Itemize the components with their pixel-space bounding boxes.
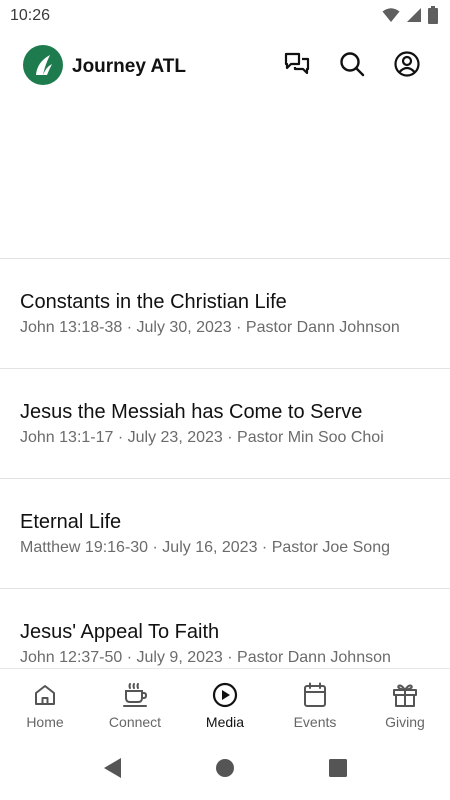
status-time: 10:26 (10, 7, 51, 24)
account-button[interactable] (391, 50, 423, 82)
home-icon (32, 682, 58, 708)
nav-item-media[interactable]: Media (180, 669, 270, 740)
recents-icon (328, 758, 348, 783)
sermon-title: Jesus' Appeal To Faith (20, 621, 220, 643)
church-logo[interactable] (23, 45, 63, 85)
status-icons (382, 6, 438, 29)
nav-item-events[interactable]: Events (270, 669, 360, 740)
back-button[interactable] (100, 757, 124, 784)
sermon-item[interactable]: Constants in the Christian Life John 13:… (0, 259, 450, 369)
play-circle-icon (212, 682, 238, 708)
calendar-icon (302, 682, 328, 708)
sermon-meta: John 12:37-50 · July 9, 2023 · Pastor Da… (20, 649, 391, 666)
home-circle-icon (215, 758, 235, 783)
cellular-signal-icon (406, 7, 422, 28)
nav-item-home[interactable]: Home (0, 669, 90, 740)
nav-label: Media (205, 714, 245, 730)
sermon-item[interactable]: Jesus' Appeal To Faith John 12:37-50 · J… (0, 589, 450, 667)
recents-button[interactable] (326, 758, 350, 782)
sermon-title: Constants in the Christian Life (20, 291, 287, 313)
home-system-button[interactable] (213, 758, 237, 782)
status-bar: 10:26 (0, 0, 450, 32)
featured-banner-area (0, 96, 450, 258)
app-header: Journey ATL (0, 40, 450, 92)
sermon-meta: Matthew 19:16-30 · July 16, 2023 · Pasto… (20, 539, 390, 556)
search-icon (338, 50, 366, 83)
sermon-title: Jesus the Messiah has Come to Serve (20, 401, 363, 423)
sermon-title: Eternal Life (20, 511, 122, 533)
chat-button[interactable] (281, 50, 313, 82)
sermon-item[interactable]: Jesus the Messiah has Come to Serve John… (0, 369, 450, 479)
wifi-icon (382, 7, 400, 28)
chat-icon (283, 51, 311, 82)
sermon-list[interactable]: Constants in the Christian Life John 13:… (0, 259, 450, 667)
coffee-cup-icon (122, 682, 148, 708)
battery-icon (428, 6, 438, 29)
account-icon (393, 50, 421, 83)
search-button[interactable] (336, 50, 368, 82)
gift-icon (392, 682, 418, 708)
nav-item-connect[interactable]: Connect (90, 669, 180, 740)
bottom-nav: Home Connect Media Events Giving (0, 668, 450, 740)
back-icon (102, 757, 122, 784)
nav-label: Events (293, 714, 337, 730)
nav-label: Home (26, 714, 64, 730)
app-title: Journey ATL (72, 56, 187, 77)
sermon-meta: John 13:18-38 · July 30, 2023 · Pastor D… (20, 319, 400, 336)
system-navigation-bar (0, 740, 450, 800)
nav-label: Connect (108, 714, 162, 730)
nav-item-giving[interactable]: Giving (360, 669, 450, 740)
sermon-meta: John 13:1-17 · July 23, 2023 · Pastor Mi… (20, 429, 384, 446)
nav-label: Giving (385, 714, 425, 730)
sermon-item[interactable]: Eternal Life Matthew 19:16-30 · July 16,… (0, 479, 450, 589)
